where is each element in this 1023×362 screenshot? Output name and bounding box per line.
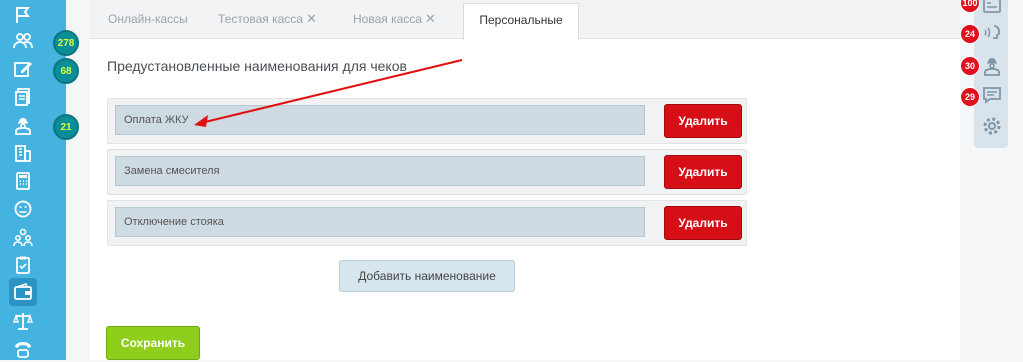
section-title: Предустановленные наименования для чеков	[107, 58, 407, 74]
edit-note-icon[interactable]	[10, 56, 36, 82]
tab-personal[interactable]: Персональные	[463, 3, 579, 40]
clients-count-badge: 278	[53, 30, 79, 56]
notification-badge: 29	[960, 87, 980, 107]
name-input[interactable]	[115, 105, 645, 135]
delete-button[interactable]: Удалить	[664, 206, 742, 240]
close-icon[interactable]: ✕	[425, 11, 436, 26]
close-icon[interactable]: ✕	[306, 11, 317, 26]
id-card-icon[interactable]	[982, 0, 1002, 16]
smiley-icon[interactable]	[10, 196, 36, 222]
notification-badge: 24	[960, 24, 980, 44]
team-icon[interactable]	[10, 224, 36, 250]
name-row: Удалить	[107, 200, 747, 246]
tab-new-kassa[interactable]: Новая касса ✕	[353, 5, 436, 38]
tasks-count-badge: 68	[53, 58, 79, 84]
flag-icon[interactable]	[10, 2, 36, 28]
building-icon[interactable]	[10, 140, 36, 166]
notification-badge: 30	[960, 56, 980, 76]
tab-label: Новая касса	[353, 12, 422, 26]
add-name-button[interactable]: Добавить наименование	[339, 260, 515, 292]
delete-button[interactable]: Удалить	[664, 104, 742, 138]
main-panel: Онлайн-кассы Тестовая касса ✕ Новая касса…	[90, 0, 960, 360]
documents-icon[interactable]	[10, 84, 36, 110]
right-quick-panel	[974, 0, 1008, 148]
delete-button[interactable]: Удалить	[664, 155, 742, 189]
scales-icon[interactable]	[10, 308, 36, 334]
left-sidebar	[0, 0, 66, 360]
name-row: Удалить	[107, 149, 747, 195]
tabs-bar: Онлайн-кассы Тестовая касса ✕ Новая касса…	[90, 0, 960, 40]
worker-icon[interactable]	[982, 56, 1002, 76]
tab-label: Персональные	[479, 13, 563, 27]
clients-icon[interactable]	[10, 28, 36, 54]
workers-count-badge: 21	[53, 114, 79, 140]
gear-icon[interactable]	[982, 116, 1002, 136]
calculator-icon[interactable]	[10, 168, 36, 194]
name-row: Удалить	[107, 98, 747, 144]
worker-icon[interactable]	[10, 112, 36, 138]
name-input[interactable]	[115, 207, 645, 237]
chat-icon[interactable]	[982, 85, 1002, 105]
save-button[interactable]: Сохранить	[106, 326, 200, 360]
tab-label: Тестовая касса	[218, 12, 303, 26]
tab-online-kassy[interactable]: Онлайн-кассы	[108, 5, 188, 38]
tab-label: Онлайн-кассы	[108, 12, 188, 26]
name-input[interactable]	[115, 156, 645, 186]
phone-icon[interactable]	[10, 336, 36, 362]
wallet-icon[interactable]	[9, 278, 37, 306]
checklist-icon[interactable]	[10, 252, 36, 278]
voice-icon[interactable]	[982, 23, 1002, 43]
tab-test-kassa[interactable]: Тестовая касса ✕	[218, 5, 317, 38]
